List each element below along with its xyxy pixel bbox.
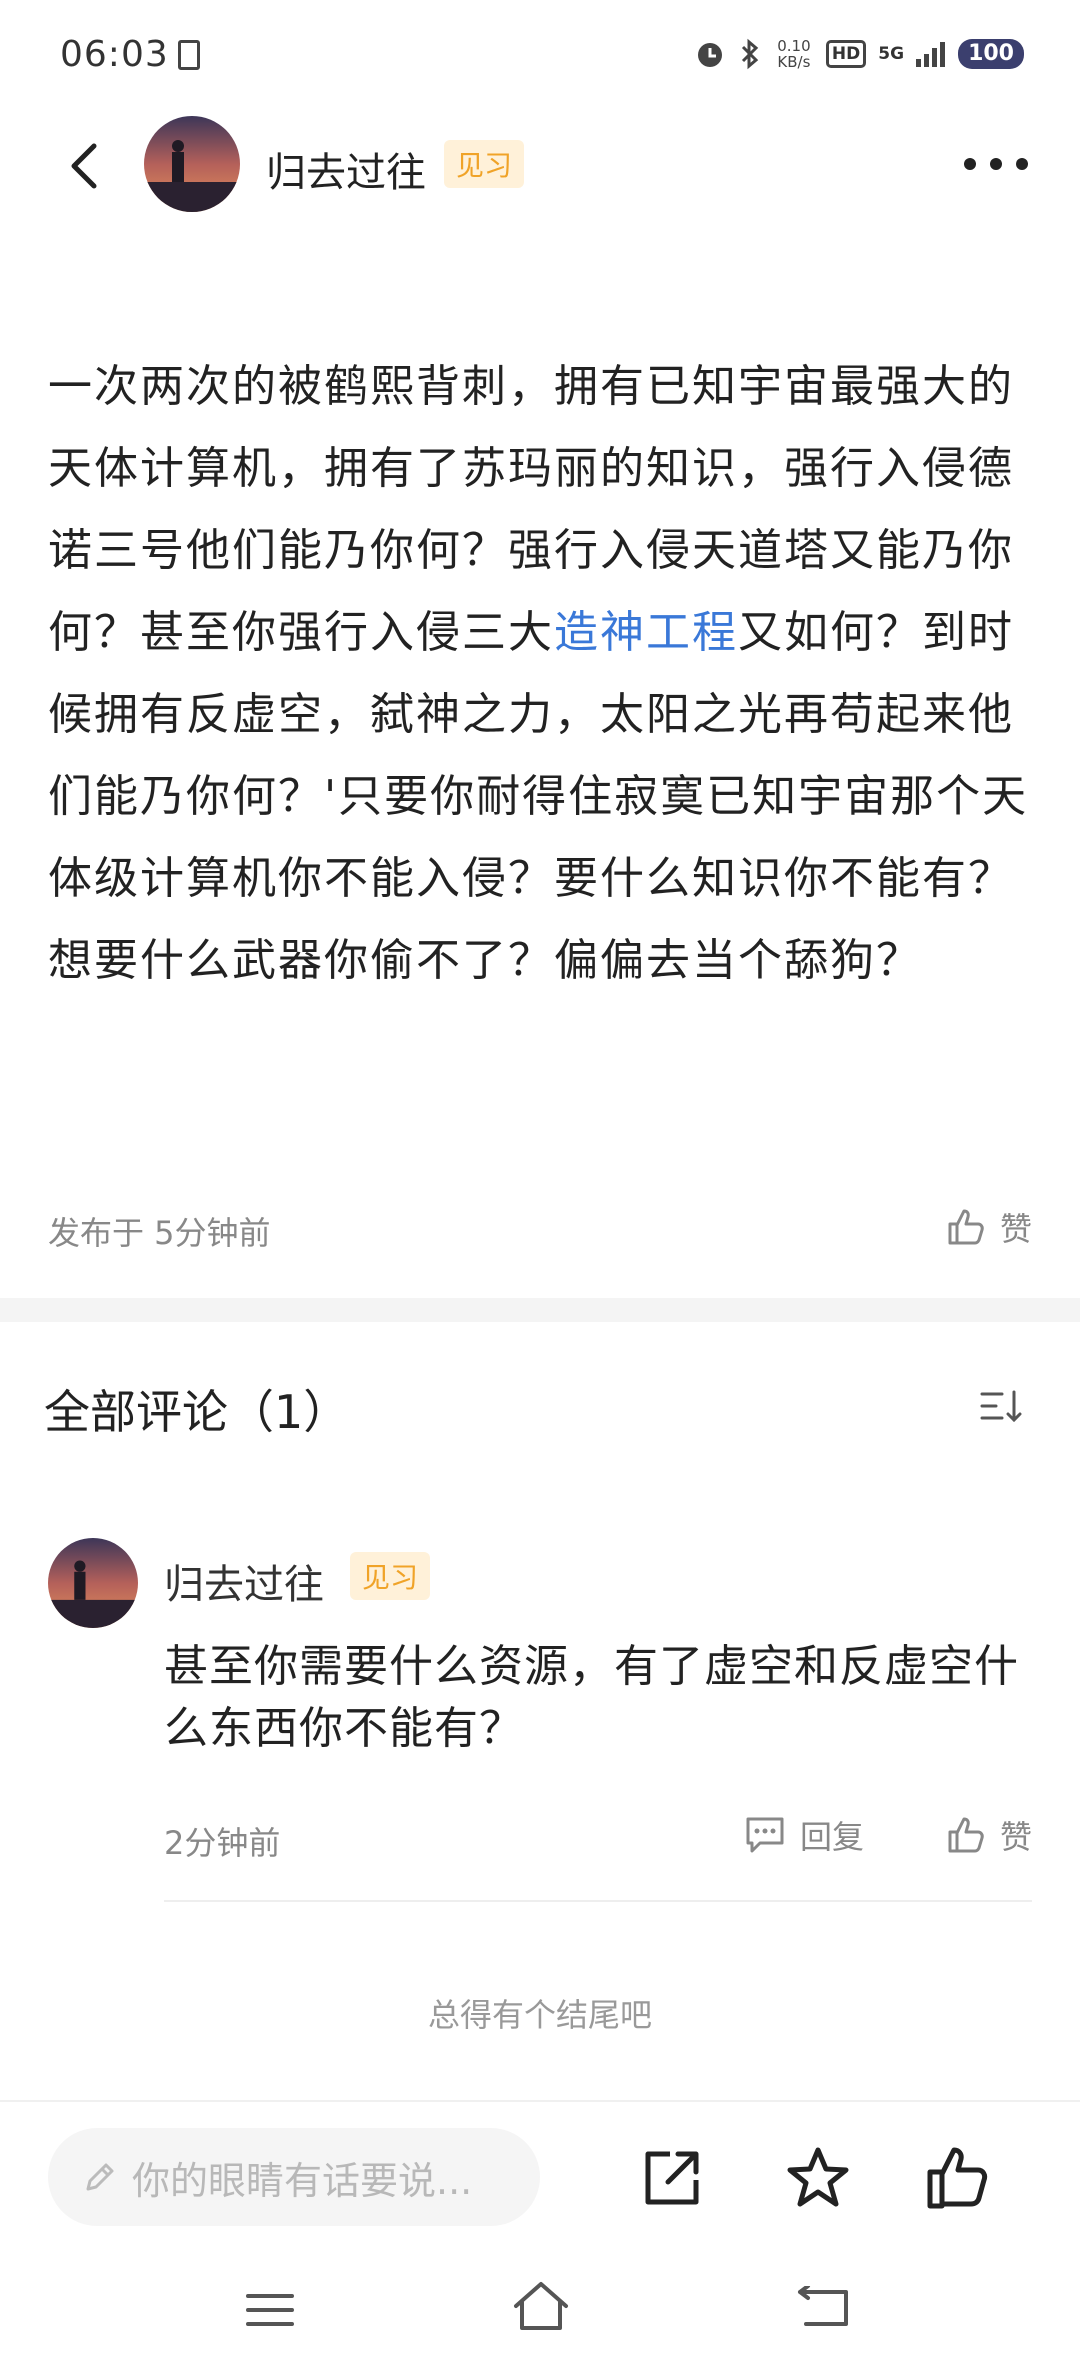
status-icons: 0.10 KB/s HD 5G 100: [694, 38, 1024, 70]
nav-recents-icon[interactable]: [246, 2290, 294, 2330]
comment-input[interactable]: 你的眼睛有话要说...: [48, 2128, 540, 2226]
comments-title: 全部评论（1）: [44, 1385, 350, 1439]
author-level-badge: 见习: [444, 140, 525, 188]
end-of-list-text: 总得有个结尾吧: [427, 1996, 652, 2034]
reply-label: 回复: [800, 1818, 865, 1856]
comment-time: 2分钟前: [164, 1824, 281, 1862]
dot: [964, 158, 976, 170]
topic-link[interactable]: 造神工程: [554, 607, 738, 658]
author-avatar[interactable]: [144, 116, 240, 212]
post-published-time: 发布于 5分钟前: [48, 1214, 271, 1252]
nav-back-icon[interactable]: [796, 2286, 850, 2330]
avatar-image: [48, 1538, 138, 1628]
pencil-icon: [86, 2163, 114, 2191]
like-thumbs-up-icon[interactable]: [924, 2144, 992, 2212]
section-divider: [0, 1298, 1080, 1322]
author-name[interactable]: 归去过往: [266, 140, 426, 198]
commenter-level-badge: 见习: [350, 1552, 431, 1600]
back-arrow-icon[interactable]: [60, 140, 112, 192]
hd-badge: HD: [825, 40, 867, 68]
commenter-avatar[interactable]: [48, 1538, 138, 1628]
network-speed: 0.10 KB/s: [774, 38, 814, 70]
alarm-icon: [697, 43, 722, 67]
share-icon[interactable]: [640, 2146, 704, 2210]
commenter-name[interactable]: 归去过往: [164, 1552, 324, 1610]
bluetooth-icon: [741, 38, 759, 70]
nav-home-icon[interactable]: [512, 2280, 570, 2332]
more-options-icon[interactable]: [964, 158, 1028, 174]
dot: [1016, 158, 1028, 170]
reply-button[interactable]: 回复: [744, 1812, 864, 1858]
clipboard-notification-icon: [178, 40, 200, 70]
avatar-image: [144, 116, 240, 212]
post-text-part-2: 又如何？到时候拥有反虚空，弑神之力，太阳之光再苟起来他们能乃你何？'只要你耐得住…: [48, 607, 1029, 986]
comment-like-button[interactable]: 赞: [946, 1812, 1032, 1858]
post-like-button[interactable]: 赞: [946, 1204, 1032, 1250]
chat-bubble-icon: [746, 1817, 784, 1853]
signal-icon: [916, 42, 946, 67]
sort-icon[interactable]: [978, 1384, 1024, 1430]
comment-divider: [164, 1900, 1032, 1902]
thumbs-up-icon: [948, 1817, 984, 1853]
net-speed-unit: KB/s: [777, 53, 811, 71]
comment-input-placeholder: 你的眼睛有话要说...: [132, 2158, 473, 2203]
status-time: 06:03: [60, 34, 169, 75]
battery-indicator: 100: [958, 39, 1024, 69]
comment-like-label: 赞: [999, 1818, 1032, 1856]
dot: [990, 158, 1002, 170]
thumbs-up-icon: [948, 1209, 984, 1245]
post-content: 一次两次的被鹤熙背刺，拥有已知宇宙最强大的天体计算机，拥有了苏玛丽的知识，强行入…: [48, 346, 1032, 1002]
network-type: 5G: [878, 44, 905, 64]
comment-text: 甚至你需要什么资源，有了虚空和反虚空什么东西你不能有？: [164, 1641, 1019, 1754]
post-like-label: 赞: [999, 1210, 1032, 1248]
net-speed-value: 0.10: [777, 37, 811, 55]
favorite-star-icon[interactable]: [784, 2144, 852, 2212]
